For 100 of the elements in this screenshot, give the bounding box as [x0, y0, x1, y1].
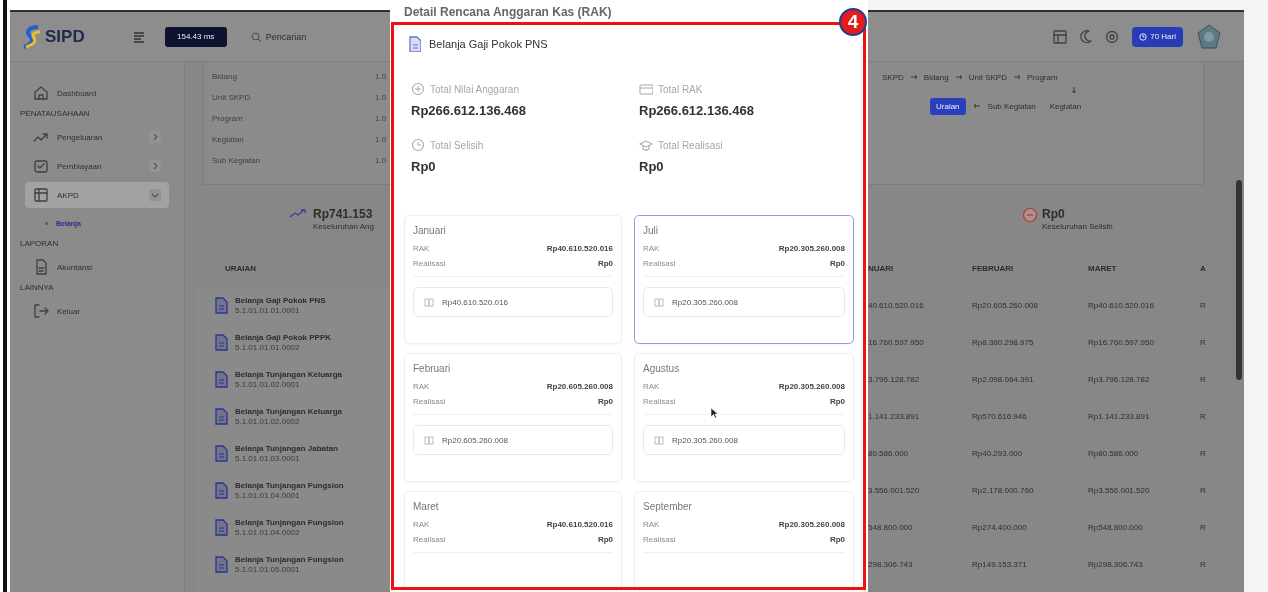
sidebar-item[interactable]: Pembiayaan [25, 153, 169, 179]
table-cell-text: R [1200, 560, 1207, 569]
sidebar-item[interactable]: Keluar [25, 298, 169, 324]
graduation-icon [639, 138, 653, 152]
table-cell-text: Rp20.605.260.008 [972, 301, 1039, 310]
book-icon [424, 297, 434, 307]
table-cell-text: Rp274.400.000 [972, 523, 1028, 532]
section-label: LAINNYA [20, 283, 55, 292]
document-icon [213, 334, 229, 351]
table-cell-text: Rp298.306.743 [1088, 560, 1144, 569]
column-header: URAIAN [225, 263, 257, 273]
summary-value: Rp0 [639, 159, 665, 174]
document-icon [213, 482, 229, 499]
calendar-icon[interactable] [1053, 29, 1068, 44]
row-code: 5.1.01.01.04.0002 [235, 528, 301, 537]
column-header: A [1200, 263, 1207, 273]
table-cell-text: 3.556.001.520 [868, 486, 921, 495]
cursor-icon [710, 407, 718, 419]
flow-step[interactable]: Uraian [930, 97, 966, 115]
amount-field[interactable]: Rp20.305.260.008 [643, 425, 845, 455]
month-name: Februari [413, 363, 452, 376]
row-code: 5.1.01.01.01.0001 [235, 306, 301, 315]
step-number: 4 [839, 8, 867, 36]
moon-icon[interactable] [1080, 29, 1093, 44]
column-header: FEBRUARI [972, 263, 1015, 273]
book-icon [424, 435, 434, 445]
chevron-icon[interactable] [149, 131, 161, 143]
row-label: RAK [413, 244, 430, 253]
document-icon [407, 36, 421, 52]
search-field[interactable]: Pencarian [250, 31, 307, 42]
calendar-icon [33, 187, 49, 203]
row-title: Belanja Tunjangan Keluarga [235, 370, 342, 379]
sidebar-item[interactable]: Akuntansi [25, 254, 169, 280]
month-name: Juli [643, 225, 659, 238]
row-label: RAK [643, 382, 660, 391]
summary-label: Total RAK [658, 83, 703, 95]
chevron-icon[interactable] [149, 160, 161, 172]
chevron-icon[interactable] [149, 189, 161, 201]
row-value: Rp0 [829, 259, 845, 268]
info-value: 1.0 [375, 114, 387, 123]
book-icon [654, 297, 664, 307]
search-icon [250, 31, 261, 42]
row-value: Rp40.610.520.016 [546, 520, 613, 529]
row-code: 5.1.01.01.05.0001 [235, 565, 301, 574]
row-value: Rp0 [829, 397, 845, 406]
row-title: Belanja Gaji Pokok PPPK [235, 333, 332, 342]
stat-amount: Rp741.153 [313, 207, 374, 221]
info-label: Sub Kegiatan [212, 156, 262, 165]
table-cell-text: 1.141.233.891 [868, 412, 921, 421]
table-cell-text: R [1200, 412, 1207, 421]
row-label: Realisasi [413, 259, 446, 268]
row-title: Belanja Tunjangan Fungsion [235, 518, 344, 527]
month-name: Maret [413, 501, 440, 514]
logout-icon [33, 303, 49, 319]
row-label: Realisasi [643, 397, 676, 406]
table-cell-text: R [1200, 523, 1207, 532]
clock-icon [1139, 32, 1148, 41]
info-label: Kegiatan [212, 135, 245, 144]
emblem-icon[interactable] [1196, 23, 1222, 50]
scrollbar-thumb[interactable] [1236, 180, 1242, 380]
row-code: 5.1.01.01.03.0001 [235, 454, 301, 463]
document-icon [213, 556, 229, 573]
row-label: Realisasi [643, 259, 676, 268]
table-cell-text: 3.796.128.782 [868, 375, 921, 384]
row-title: Belanja Tunjangan Jabatan [235, 444, 338, 453]
info-label: Bidang [212, 72, 238, 81]
row-label: Realisasi [643, 535, 676, 544]
amount-field[interactable]: Rp20.305.260.008 [643, 287, 845, 317]
timer-button[interactable]: 154.43 ms [164, 26, 227, 47]
flow-step[interactable]: Kegiatan [1049, 101, 1082, 111]
flow-step[interactable]: Sub Kegiatan [987, 101, 1036, 111]
row-label: RAK [413, 520, 430, 529]
table-cell-text: 80.586.000 [868, 449, 910, 458]
menu-icon[interactable] [132, 30, 145, 43]
settings-icon[interactable] [1105, 29, 1120, 44]
table-cell-text: Rp40.610.520.016 [1088, 301, 1155, 310]
table-cell-text: R [1200, 375, 1207, 384]
month-name: Agustus [643, 363, 681, 376]
summary-label: Total Selisih [430, 139, 484, 151]
row-title: Belanja Tunjangan Keluarga [235, 407, 342, 416]
table-cell-text: Rp80.586.000 [1088, 449, 1140, 458]
table-cell-text: Rp3.556.001.520 [1088, 486, 1151, 495]
amount-field[interactable]: Rp20.605.260.008 [413, 425, 613, 455]
sidebar-item[interactable]: AKPD [25, 182, 169, 208]
row-code: 5.1.01.01.04.0001 [235, 491, 301, 500]
row-label: RAK [643, 244, 660, 253]
info-value: 1.0 [375, 93, 387, 102]
search-placeholder: Pencarian [265, 31, 307, 42]
amount-field[interactable]: Rp40.610.520.016 [413, 287, 613, 317]
card-icon [639, 82, 653, 96]
table-cell-text: Rp40.293.000 [972, 449, 1024, 458]
sidebar-item[interactable]: Dashboard [25, 80, 169, 106]
row-label: RAK [413, 382, 430, 391]
summary-value: Rp266.612.136.468 [411, 103, 527, 118]
sidebar-item[interactable]: Pengeluaran [25, 124, 169, 150]
table-cell-text: R [1200, 301, 1207, 310]
table-cell-text: R [1200, 486, 1207, 495]
stat-amount: Rp0 [1042, 207, 1066, 221]
days-button[interactable]: 70 Hari [1132, 26, 1183, 47]
table-cell-text: 40.610.520.016 [868, 301, 925, 310]
